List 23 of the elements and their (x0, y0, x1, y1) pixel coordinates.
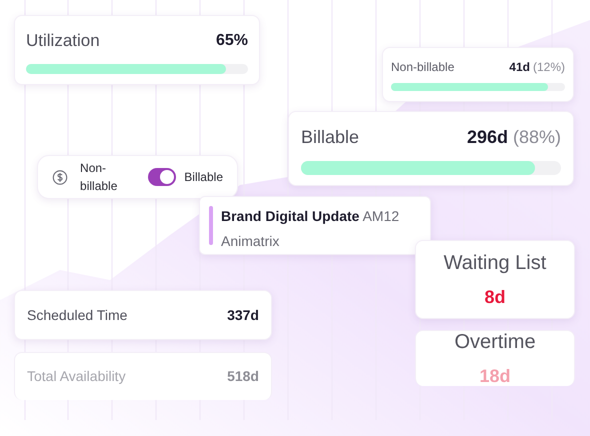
billable-label: Billable (301, 126, 360, 149)
billable-days: 296d (466, 124, 508, 151)
utilization-value: 65% (216, 30, 248, 51)
total-value: 518d (227, 367, 259, 386)
billable-option: Billable (184, 168, 223, 186)
stat-label: Waiting List (444, 251, 546, 276)
billable-percent: (88%) (512, 126, 561, 149)
non-billable-days: 41d (509, 58, 530, 76)
utilization-label: Utilization (26, 30, 100, 52)
project-color-bar (209, 206, 213, 245)
non-billable-option: Non-billable (80, 159, 140, 195)
total-label: Total Availability (27, 367, 126, 386)
dollar-icon (52, 168, 68, 186)
total-label: Scheduled Time (27, 306, 128, 324)
stat-label: Overtime (454, 330, 536, 355)
total-value: 337d (227, 306, 259, 324)
billing-toggle[interactable] (148, 168, 176, 186)
client-name: Animatrix (221, 232, 280, 251)
stat-value: 8d (484, 286, 506, 309)
stat-value: 18d (479, 365, 511, 388)
non-billable-label: Non-billable (391, 59, 454, 76)
non-billable-percent: (12%) (532, 59, 565, 76)
project-title: Brand Digital Update AM12 (221, 207, 400, 226)
